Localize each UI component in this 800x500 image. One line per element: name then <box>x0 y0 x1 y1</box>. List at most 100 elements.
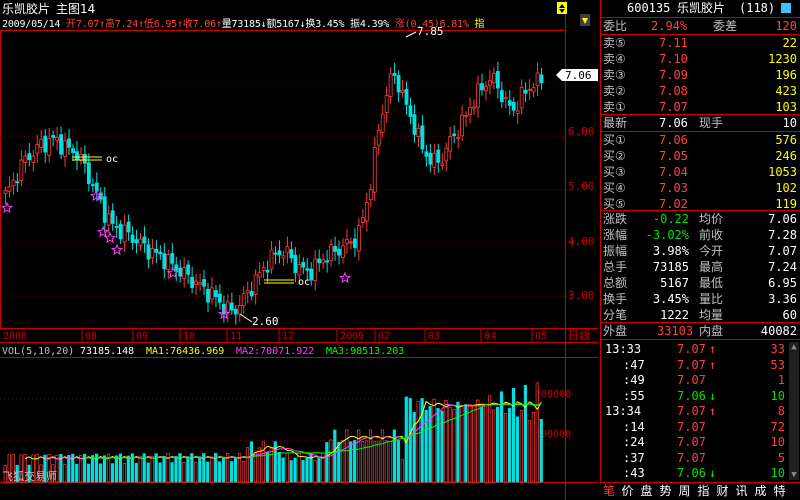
signal-star-icon <box>110 243 124 256</box>
volume-bar <box>257 447 261 483</box>
stat-row: 换手 3.45% 量比 3.36 <box>601 291 800 307</box>
candle-body <box>43 135 48 153</box>
tick-row: :37 7.07 5 <box>601 450 800 466</box>
price-gridlines <box>0 82 565 297</box>
tick-row: :47 7.07 ↑ 53 <box>601 357 800 373</box>
candle-body <box>19 159 24 181</box>
volume-bar <box>253 452 257 483</box>
tab-cheng[interactable]: 成 <box>751 483 770 500</box>
bids-label: 买① <box>603 133 626 147</box>
price-axis: 7.00 6.00 5.00 4.00 3.00 <box>568 70 595 302</box>
candle-body <box>138 238 143 246</box>
time-tick: 03 <box>428 331 440 342</box>
volume-bar <box>325 442 329 483</box>
weibi-value: 2.94% <box>651 19 688 33</box>
candle-body <box>392 73 397 76</box>
bids-label: 买④ <box>603 181 626 195</box>
volume-bar <box>134 462 138 483</box>
candle-body <box>269 249 274 270</box>
tab-pan[interactable]: 盘 <box>637 483 656 500</box>
tab-bi[interactable]: 笔 <box>600 483 618 500</box>
time-tick: 2009 <box>340 331 364 342</box>
asks-row: 卖① 7.07 103 <box>601 99 800 115</box>
candle-body <box>90 184 95 186</box>
asks-label: 卖④ <box>603 52 626 66</box>
candle-body <box>15 181 20 184</box>
time-tick: 08 <box>85 331 97 342</box>
candle-body <box>35 143 40 154</box>
candle-body <box>277 250 282 256</box>
time-axis: 2008 08 09 10 11 12 2009 02 03 04 05 日线 <box>3 328 590 342</box>
tick-scrollbar[interactable]: ▲ ▼ <box>789 342 799 480</box>
tab-zhi[interactable]: 指 <box>694 483 713 500</box>
candle-body <box>372 147 377 193</box>
candle-body <box>333 246 337 252</box>
candle-body <box>166 254 171 270</box>
candle-body <box>67 138 71 148</box>
candle-body <box>261 267 266 271</box>
stat-label: 换手 <box>603 292 628 306</box>
asks-row: 卖⑤ 7.11 22 <box>601 35 800 51</box>
kline-chart[interactable]: 7.00 6.00 5.00 4.00 3.00 7.06 7.85 2.60 … <box>0 0 600 500</box>
tab-shi[interactable]: 势 <box>656 483 675 500</box>
volume-ma-lines <box>24 400 542 460</box>
candle-body <box>142 236 147 244</box>
asks-row: 卖② 7.08 423 <box>601 83 800 99</box>
volume-bar <box>245 447 250 483</box>
low-mark-label: 2.60 <box>252 315 279 328</box>
candle-body <box>98 192 103 200</box>
tab-jia[interactable]: 价 <box>618 483 637 500</box>
tick-row: :24 7.07 10 <box>601 434 800 450</box>
volume-bar <box>476 399 480 483</box>
tab-cai[interactable]: 财 <box>713 483 732 500</box>
time-tick: 02 <box>378 331 390 342</box>
volume-ma-line <box>24 400 542 460</box>
asks-price: 7.09 <box>659 68 688 82</box>
volume-bar <box>293 457 297 483</box>
tab-te[interactable]: 特 <box>770 483 789 500</box>
volume-bar <box>444 399 448 483</box>
scroll-down-icon[interactable]: ▼ <box>789 470 799 480</box>
asks-volume: 1230 <box>768 52 797 66</box>
bids-row: 买① 7.06 576 <box>601 132 800 148</box>
volume-bar <box>519 409 524 483</box>
xianshou-value: 10 <box>782 116 797 130</box>
volume-bar <box>241 461 246 483</box>
candle-body <box>86 162 91 184</box>
volume-label: VOL(5,10,20) <box>2 346 74 357</box>
tab-xun[interactable]: 讯 <box>732 483 751 500</box>
volume-bar <box>87 463 91 483</box>
volume-bar <box>114 455 119 483</box>
volume-bar <box>484 406 488 483</box>
bids-row: 买② 7.05 246 <box>601 148 800 164</box>
candle-body <box>301 261 306 268</box>
candle-body <box>388 73 393 97</box>
stat-value: 1222 <box>660 308 689 322</box>
stat-value: 5167 <box>660 276 689 290</box>
candle-body <box>237 304 242 315</box>
candle-body <box>198 282 202 285</box>
volume-bar <box>158 462 162 483</box>
tab-zhou[interactable]: 周 <box>675 483 694 500</box>
candle-body <box>39 138 44 148</box>
stat-value: 7.28 <box>768 228 797 242</box>
info-low: 低6.95 <box>143 19 177 30</box>
candle-body <box>360 217 365 223</box>
latest-row: 最新 7.06 现手 10 <box>601 115 800 131</box>
signal-star-icon <box>96 225 110 238</box>
candle-body <box>122 224 127 243</box>
candle-body <box>170 253 175 264</box>
panel-toggle-icon[interactable] <box>781 3 791 13</box>
candle-body <box>495 70 500 89</box>
candle-body <box>428 152 433 165</box>
tick-time: :47 <box>623 357 645 372</box>
asks-volume: 196 <box>775 68 797 82</box>
tick-direction-icon: ↑ <box>709 342 717 356</box>
candle-body <box>186 264 191 275</box>
volume-bar <box>523 384 527 483</box>
scroll-up-icon[interactable]: ▲ <box>789 342 799 352</box>
candle-body <box>130 234 135 243</box>
volume-bar <box>448 406 452 483</box>
stat-value: 3.36 <box>768 292 797 306</box>
volume-bar <box>98 463 103 483</box>
